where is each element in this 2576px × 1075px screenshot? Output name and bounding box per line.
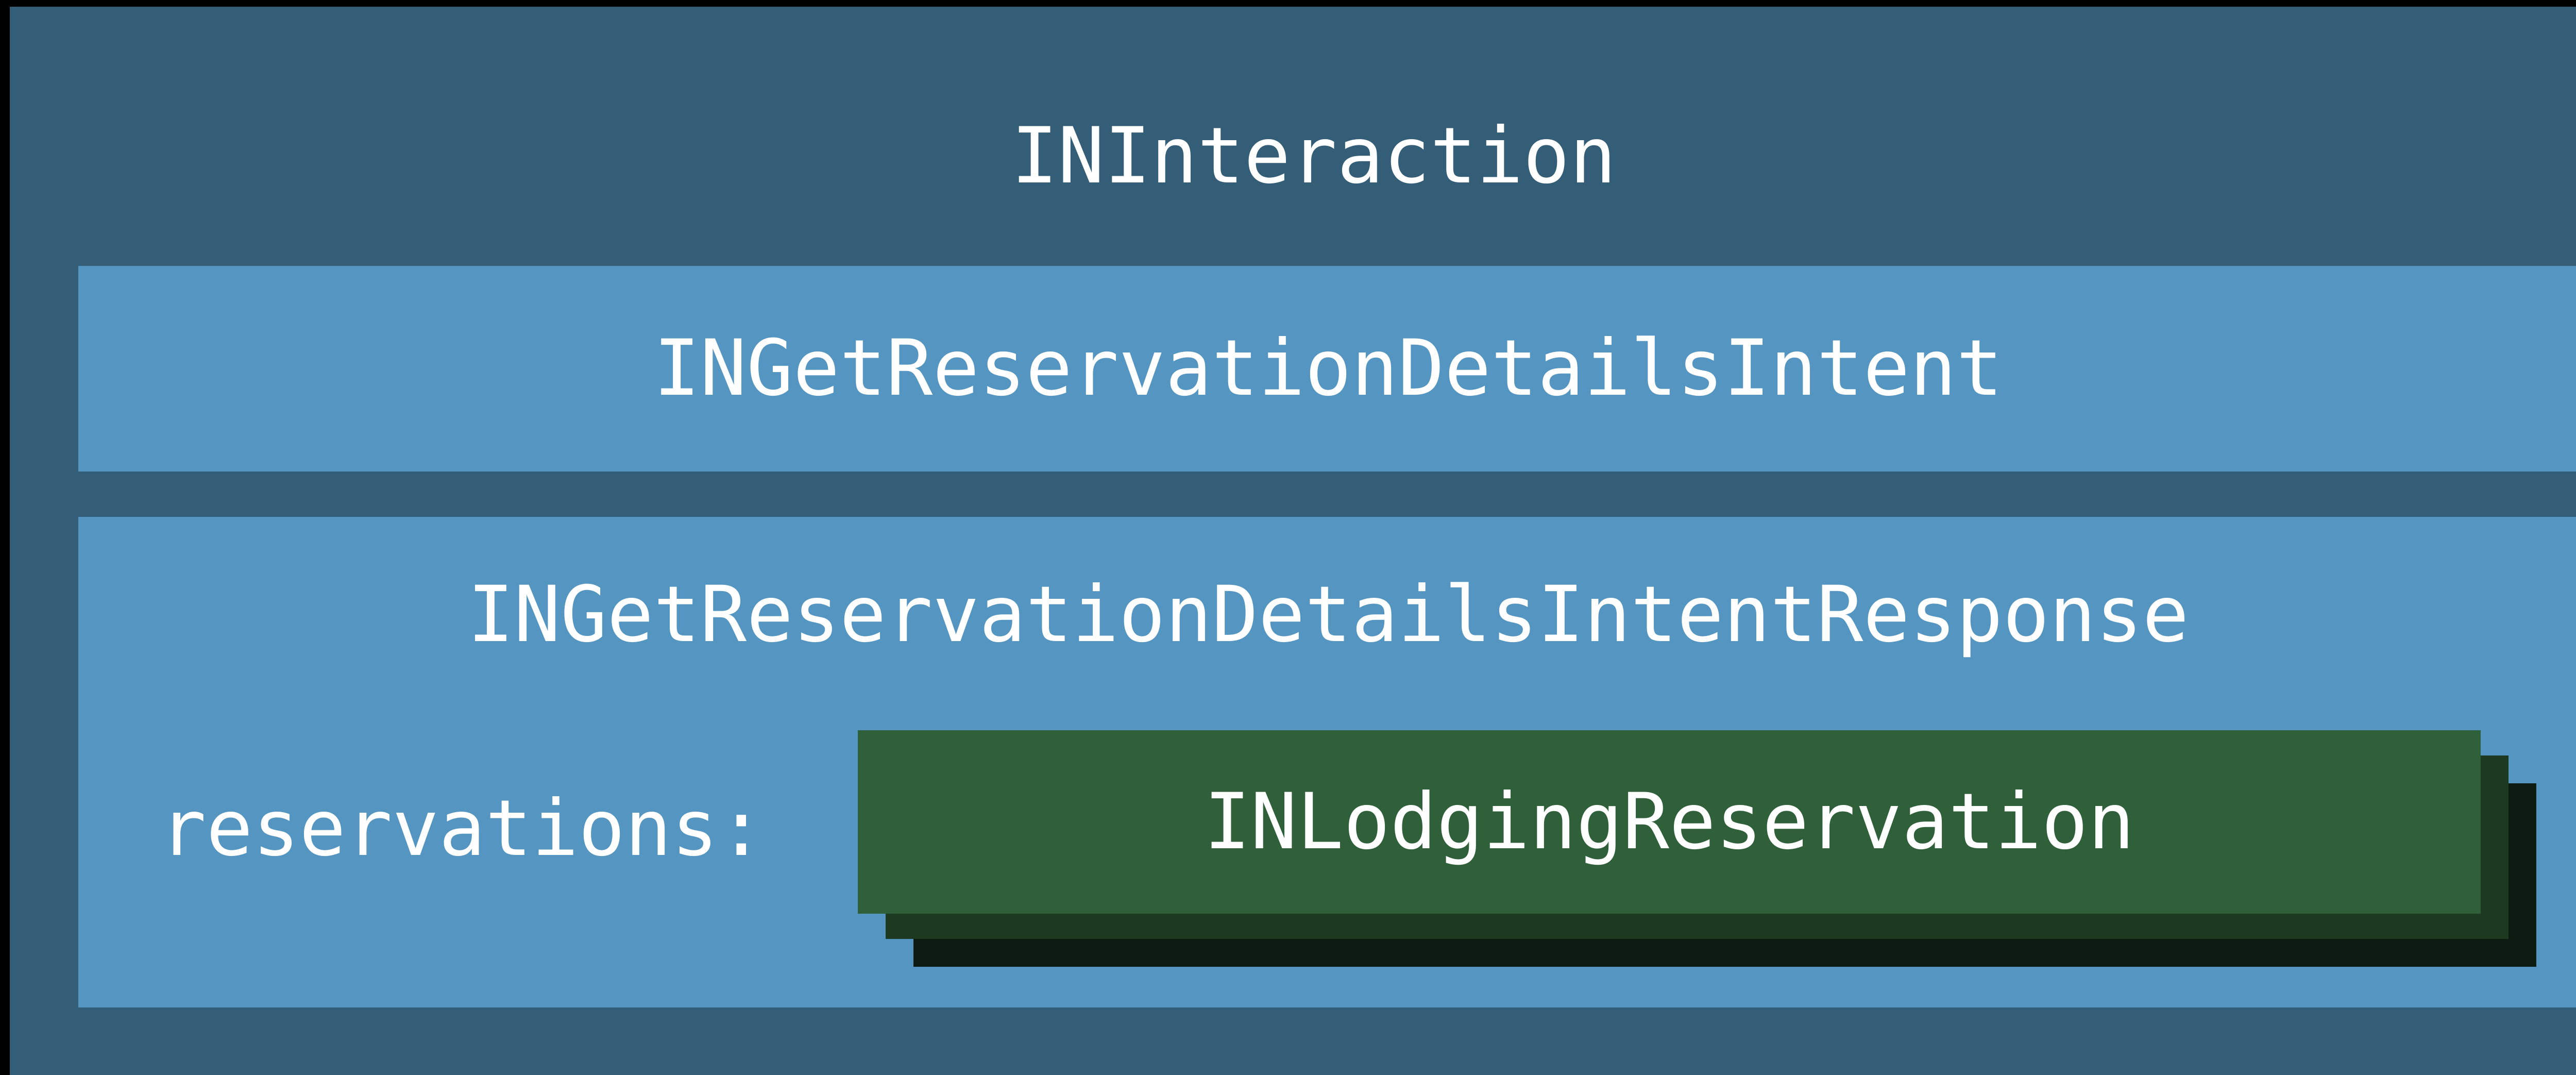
intent-box: INGetReservationDetailsIntent <box>78 266 2576 472</box>
intent-response-label: INGetReservationDetailsIntentResponse <box>467 570 2189 660</box>
reservations-property-label: reservations: <box>160 784 765 874</box>
ininteraction-container: INInteraction INGetReservationDetailsInt… <box>10 7 2576 1075</box>
lodging-reservation-label: INLodgingReservation <box>1204 777 2135 867</box>
lodging-reservation-card: INLodgingReservation <box>858 730 2481 914</box>
interaction-title: INInteraction <box>1011 111 1616 201</box>
intent-label: INGetReservationDetailsIntent <box>653 324 2003 413</box>
intent-response-box: INGetReservationDetailsIntentResponse re… <box>78 517 2576 1007</box>
